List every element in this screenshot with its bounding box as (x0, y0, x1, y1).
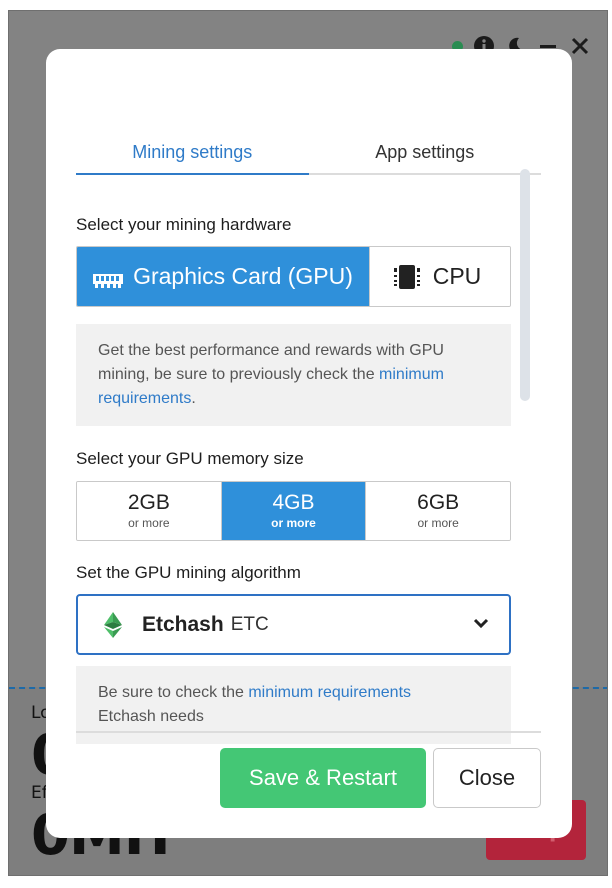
settings-content: Select your mining hardware Graphics Car… (76, 199, 511, 744)
gpu-icon (93, 268, 124, 288)
memory-sub-label: or more (128, 516, 170, 530)
ethereum-classic-icon (104, 611, 122, 638)
memory-sub-label: or more (271, 516, 316, 530)
cpu-option-label: CPU (432, 263, 482, 289)
algorithm-name: Etchash (142, 612, 224, 636)
close-button[interactable]: Close (433, 748, 541, 808)
algorithm-note-end: Etchash needs (98, 708, 204, 725)
cpu-option-button[interactable]: CPU (370, 247, 510, 306)
memory-selector: 2GB or more 4GB or more 6GB or more (76, 481, 511, 541)
memory-size-label: 6GB (417, 491, 460, 514)
algorithm-note-text: Be sure to check the (98, 684, 249, 701)
memory-size-label: 4GB (272, 491, 315, 514)
gpu-option-label: Graphics Card (GPU) (133, 263, 353, 289)
hardware-title: Select your mining hardware (76, 215, 292, 234)
memory-sub-label: or more (417, 516, 459, 530)
hardware-selector: Graphics Card (GPU) CPU (76, 246, 511, 307)
tab-app-settings[interactable]: App settings (309, 125, 542, 173)
settings-tabs: Mining settings App settings (76, 125, 541, 175)
cpu-icon (393, 264, 420, 289)
content-scrollbar[interactable] (520, 169, 530, 401)
chevron-down-icon[interactable] (471, 613, 491, 633)
memory-option-2gb[interactable]: 2GB or more (77, 482, 222, 540)
algorithm-ticker: ETC (230, 613, 269, 635)
footer-divider (76, 731, 541, 733)
memory-size-label: 2GB (127, 491, 170, 514)
close-window-icon[interactable] (569, 35, 591, 57)
memory-title: Select your GPU memory size (76, 449, 304, 468)
hardware-note: Get the best performance and rewards wit… (76, 324, 511, 426)
hardware-note-end: . (191, 390, 196, 407)
algorithm-title: Set the GPU mining algorithm (76, 563, 301, 582)
save-restart-button[interactable]: Save & Restart (220, 748, 426, 808)
settings-modal: Mining settings App settings Select your… (46, 49, 572, 838)
gpu-option-button[interactable]: Graphics Card (GPU) (77, 247, 370, 306)
memory-option-4gb[interactable]: 4GB or more (221, 482, 367, 540)
memory-option-6gb[interactable]: 6GB or more (366, 482, 510, 540)
algorithm-requirements-link[interactable]: minimum requirements (248, 684, 411, 701)
algorithm-select[interactable]: Etchash ETC (76, 594, 511, 655)
tab-mining-settings[interactable]: Mining settings (76, 125, 309, 175)
